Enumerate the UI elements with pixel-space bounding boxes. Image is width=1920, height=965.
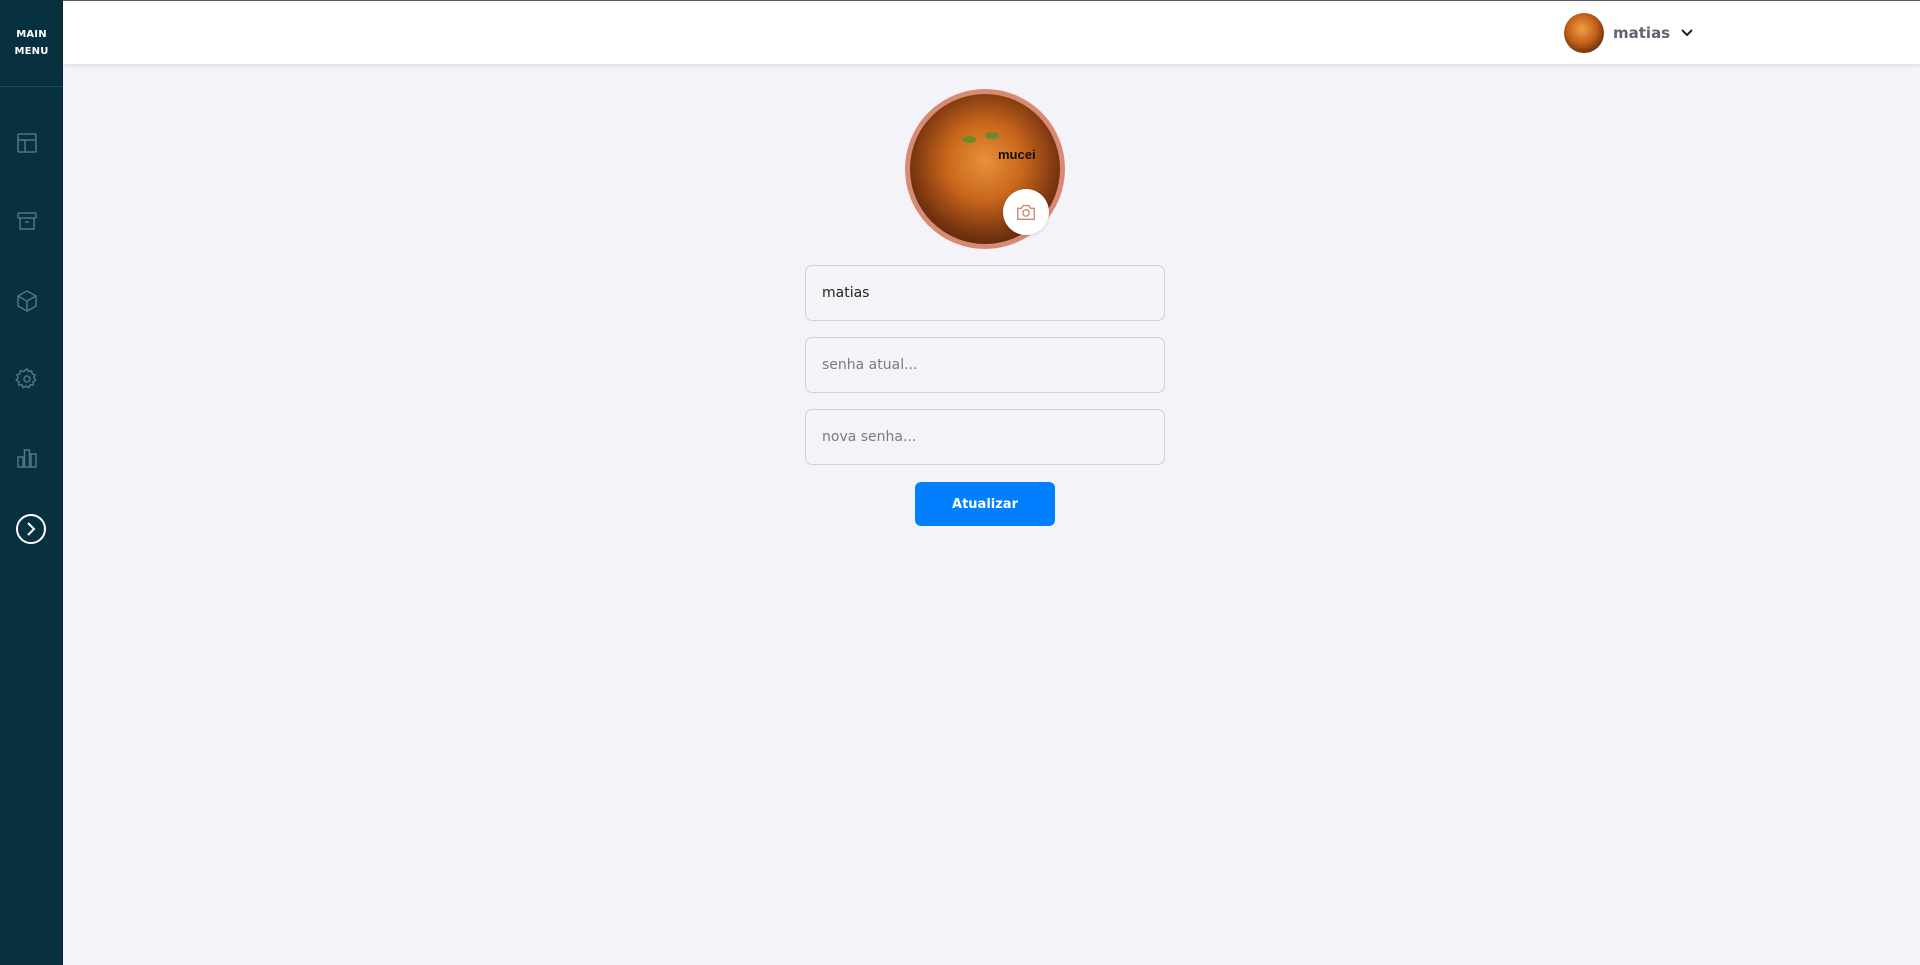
- change-photo-button[interactable]: [1003, 189, 1049, 235]
- bar-chart-icon: [17, 449, 37, 468]
- profile-content: mucei Atualizar: [63, 64, 1920, 965]
- main-menu-title-line1: MAIN: [16, 29, 47, 40]
- username-label: matias: [1613, 24, 1671, 42]
- sidebar-item-layout[interactable]: [13, 129, 41, 157]
- box-icon: [17, 290, 37, 312]
- sidebar-divider: [0, 86, 63, 87]
- avatar-caption: mucei: [998, 147, 1036, 162]
- avatar-detail-left-eye: [962, 136, 976, 143]
- sidebar: MAIN MENU: [0, 0, 63, 965]
- sidebar-item-products[interactable]: [13, 287, 41, 315]
- main-menu-title-line2: MENU: [14, 46, 49, 57]
- chevron-right-circle-icon[interactable]: [15, 513, 47, 545]
- sidebar-item-settings[interactable]: [13, 365, 41, 393]
- chevron-down-icon: [1681, 29, 1693, 37]
- avatar-detail-right-eye: [985, 132, 999, 139]
- sidebar-item-reports[interactable]: [13, 444, 41, 472]
- camera-icon: [1017, 204, 1035, 221]
- avatar: [1564, 13, 1604, 53]
- settings-icon: [15, 367, 37, 389]
- archive-icon: [17, 212, 37, 230]
- layout-icon: [17, 133, 37, 153]
- main-menu-title: MAIN MENU: [0, 26, 63, 60]
- update-button[interactable]: Atualizar: [915, 482, 1055, 526]
- name-field[interactable]: [805, 265, 1165, 321]
- top-bar: matias: [63, 0, 1920, 64]
- sidebar-item-archive[interactable]: [13, 207, 41, 235]
- new-password-field[interactable]: [805, 409, 1165, 465]
- user-menu[interactable]: matias: [1564, 13, 1694, 53]
- current-password-field[interactable]: [805, 337, 1165, 393]
